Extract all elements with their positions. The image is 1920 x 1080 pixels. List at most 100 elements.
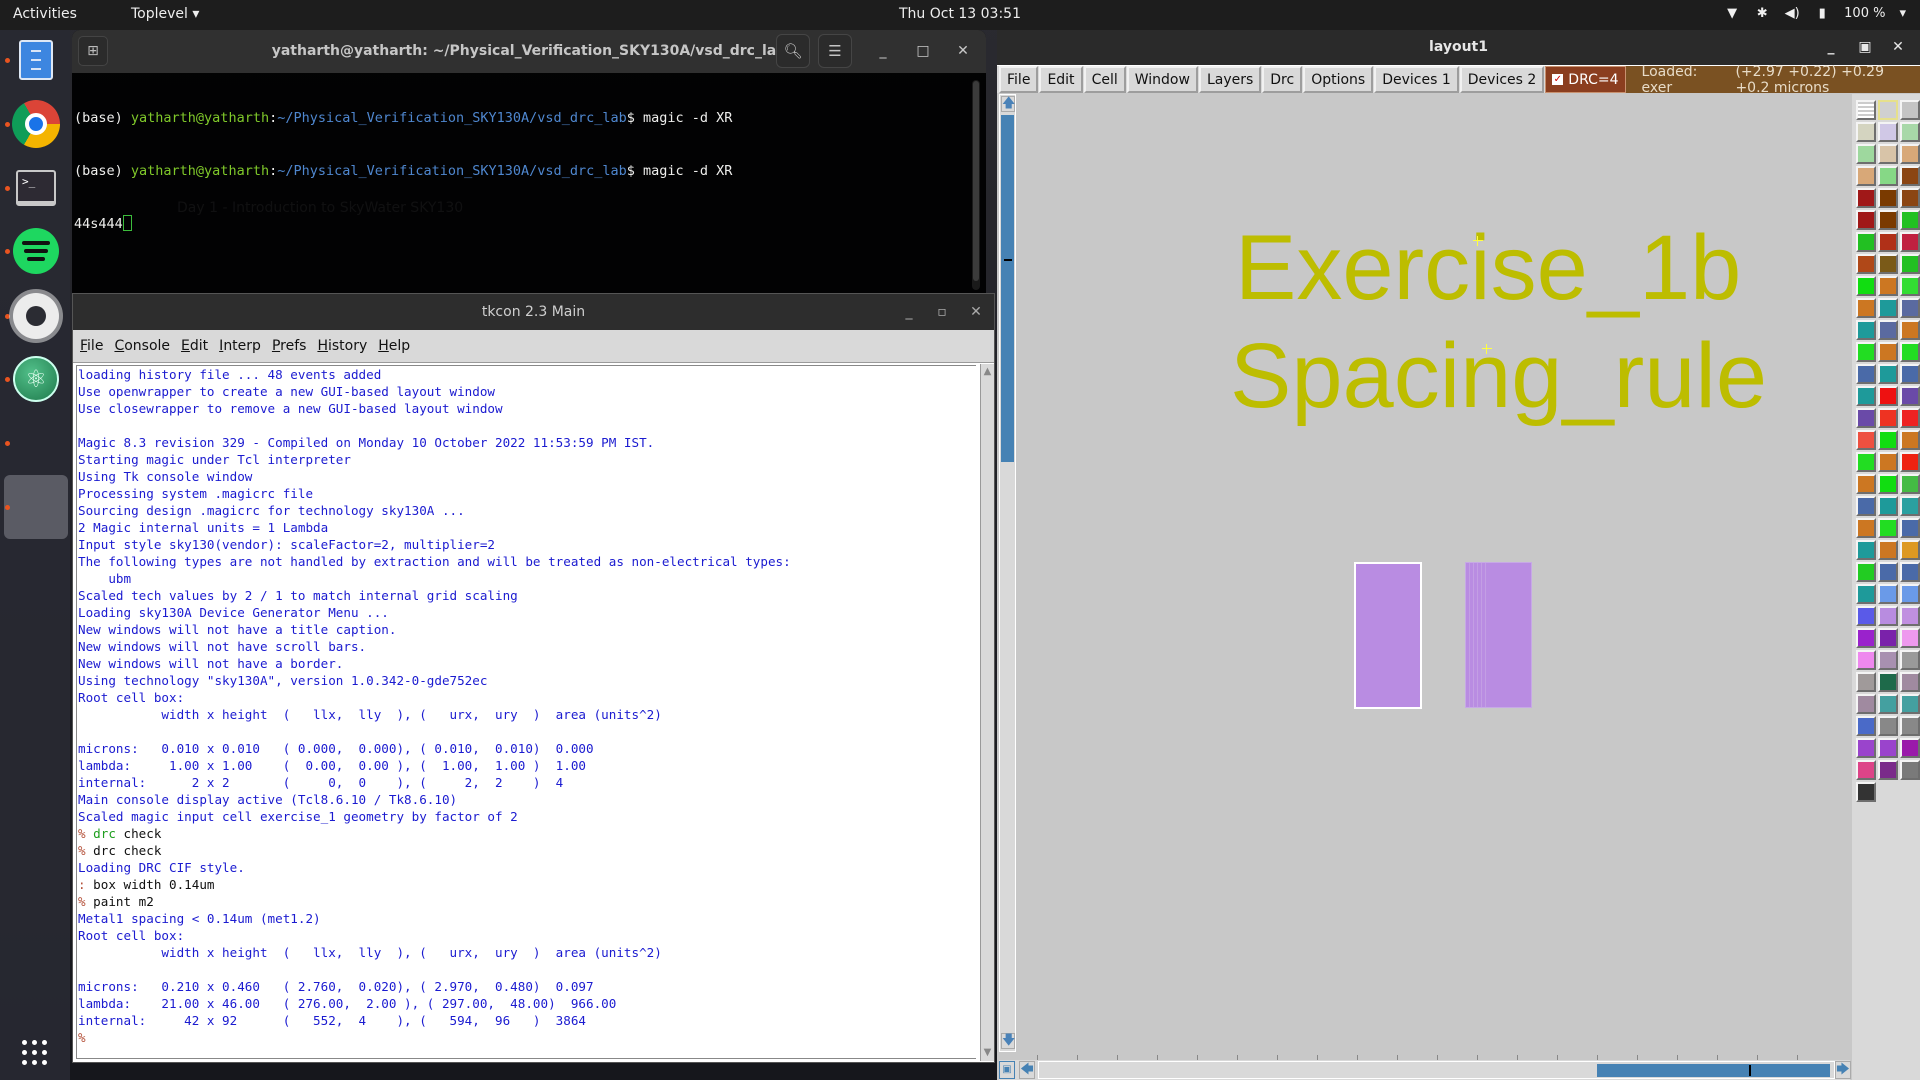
layer-swatch[interactable] [1900, 738, 1920, 758]
layer-swatch[interactable] [1878, 628, 1898, 648]
layer-swatch[interactable] [1900, 166, 1920, 186]
layer-swatch[interactable] [1856, 386, 1876, 406]
layer-swatch[interactable] [1856, 188, 1876, 208]
terminal-scrollbar[interactable] [972, 80, 980, 290]
layer-swatch[interactable] [1900, 320, 1920, 340]
layer-swatch[interactable] [1900, 628, 1920, 648]
layer-swatch[interactable] [1878, 254, 1898, 274]
layout-menu-cell[interactable]: Cell [1083, 66, 1126, 93]
tkcon-minimize-button[interactable]: _ [899, 302, 919, 322]
dock-atom[interactable]: ⚛ [10, 353, 62, 405]
zoom-box-icon[interactable]: ▣ [999, 1061, 1015, 1079]
layer-swatch[interactable] [1856, 782, 1876, 802]
layer-swatch[interactable] [1856, 100, 1876, 120]
layer-swatch[interactable] [1856, 628, 1876, 648]
layer-swatch[interactable] [1856, 650, 1876, 670]
layer-swatch[interactable] [1856, 562, 1876, 582]
layout-close-button[interactable]: ✕ [1888, 37, 1908, 57]
dock-spotify[interactable] [10, 225, 62, 277]
checkbox-checked-icon[interactable]: ✓ [1552, 74, 1564, 85]
layer-swatch[interactable] [1900, 760, 1920, 780]
layer-swatch[interactable] [1900, 562, 1920, 582]
layout-menu-edit[interactable]: Edit [1039, 66, 1083, 93]
layer-swatch[interactable] [1900, 408, 1920, 428]
dock-files[interactable] [10, 34, 62, 86]
layer-swatch[interactable] [1878, 562, 1898, 582]
tkcon-menu-edit[interactable]: Edit [181, 338, 208, 354]
vertical-scroll-thumb[interactable] [1001, 115, 1014, 462]
layer-swatch[interactable] [1878, 408, 1898, 428]
layer-swatch[interactable] [1900, 298, 1920, 318]
layer-swatch[interactable] [1856, 232, 1876, 252]
layer-swatch[interactable] [1856, 672, 1876, 692]
horizontal-scroll-thumb[interactable] [1597, 1064, 1830, 1077]
dock-active-window[interactable] [4, 475, 68, 539]
layout-maximize-button[interactable]: ▣ [1855, 37, 1875, 57]
layer-swatch[interactable] [1878, 100, 1898, 120]
tkcon-menu-interp[interactable]: Interp [219, 338, 261, 354]
terminal-maximize-button[interactable]: □ [912, 40, 934, 62]
tkcon-maximize-button[interactable]: ▫ [932, 302, 952, 322]
layer-swatch[interactable] [1856, 144, 1876, 164]
layout-menu-drc[interactable]: Drc [1262, 66, 1303, 93]
terminal-menu-button[interactable]: ☰ [818, 34, 852, 68]
layer-swatch[interactable] [1856, 518, 1876, 538]
layer-swatch[interactable] [1900, 540, 1920, 560]
layer-swatch[interactable] [1900, 188, 1920, 208]
layer-swatch[interactable] [1900, 716, 1920, 736]
scroll-right-arrow-icon[interactable]: 🡆 [1835, 1061, 1851, 1079]
clock[interactable]: Thu Oct 13 03:51 [899, 6, 1021, 22]
app-menu[interactable]: Toplevel ▾ [131, 6, 199, 22]
layer-swatch[interactable] [1878, 694, 1898, 714]
layer-swatch[interactable] [1878, 144, 1898, 164]
layer-swatch[interactable] [1878, 386, 1898, 406]
layer-swatch[interactable] [1900, 276, 1920, 296]
layer-swatch[interactable] [1856, 760, 1876, 780]
layer-swatch[interactable] [1878, 584, 1898, 604]
terminal-minimize-button[interactable]: _ [872, 40, 894, 62]
terminal-input-line[interactable]: 44s444 [74, 215, 964, 234]
tkcon-console[interactable]: loading history file ... 48 events added… [76, 365, 976, 1059]
layer-swatch[interactable] [1878, 606, 1898, 626]
layer-swatch[interactable] [1856, 452, 1876, 472]
layer-swatch[interactable] [1900, 584, 1920, 604]
layer-swatch[interactable] [1878, 166, 1898, 186]
dock-chrome[interactable] [10, 98, 62, 150]
layer-swatch[interactable] [1878, 496, 1898, 516]
layer-swatch[interactable] [1856, 694, 1876, 714]
layer-swatch[interactable] [1856, 342, 1876, 362]
label-exercise[interactable]: Exercise_1b [1235, 222, 1741, 314]
dock-unknown-app[interactable] [10, 417, 62, 469]
show-applications-icon[interactable] [22, 1040, 48, 1066]
layer-swatch[interactable] [1856, 320, 1876, 340]
layer-swatch[interactable] [1856, 298, 1876, 318]
label-spacing-rule[interactable]: Spacing_rule [1230, 330, 1767, 422]
tkcon-menu-history[interactable]: History [317, 338, 367, 354]
layer-swatch[interactable] [1878, 738, 1898, 758]
terminal-close-button[interactable]: ✕ [952, 40, 974, 62]
tkcon-menu-file[interactable]: File [80, 338, 103, 354]
layer-swatch[interactable] [1878, 716, 1898, 736]
layer-swatch[interactable] [1856, 496, 1876, 516]
layer-swatch[interactable] [1878, 474, 1898, 494]
tkcon-titlebar[interactable]: tkcon 2.3 Main _ ▫ ✕ [73, 294, 994, 330]
layer-swatch[interactable] [1856, 254, 1876, 274]
layout-minimize-button[interactable]: _ [1821, 37, 1841, 57]
layout-canvas[interactable]: Exercise_1b Spacing_rule [1017, 94, 1850, 1046]
layer-swatch[interactable] [1878, 364, 1898, 384]
layer-swatch[interactable] [1878, 122, 1898, 142]
layer-swatch[interactable] [1878, 320, 1898, 340]
tkcon-menu-help[interactable]: Help [378, 338, 410, 354]
layer-swatch[interactable] [1878, 342, 1898, 362]
layer-swatch[interactable] [1878, 430, 1898, 450]
layer-swatch[interactable] [1878, 298, 1898, 318]
layer-swatch[interactable] [1878, 276, 1898, 296]
scroll-up-arrow-icon[interactable]: 🡅 [1001, 96, 1015, 112]
layout-menu-options[interactable]: Options [1303, 66, 1374, 93]
metal2-rect-selected[interactable] [1354, 562, 1422, 709]
layout-menu-file[interactable]: File [999, 66, 1039, 93]
layout-menu-window[interactable]: Window [1126, 66, 1198, 93]
layer-swatch[interactable] [1900, 232, 1920, 252]
layout-menu-devices-2[interactable]: Devices 2 [1459, 66, 1545, 93]
scroll-left-arrow-icon[interactable]: 🡄 [1019, 1061, 1035, 1079]
